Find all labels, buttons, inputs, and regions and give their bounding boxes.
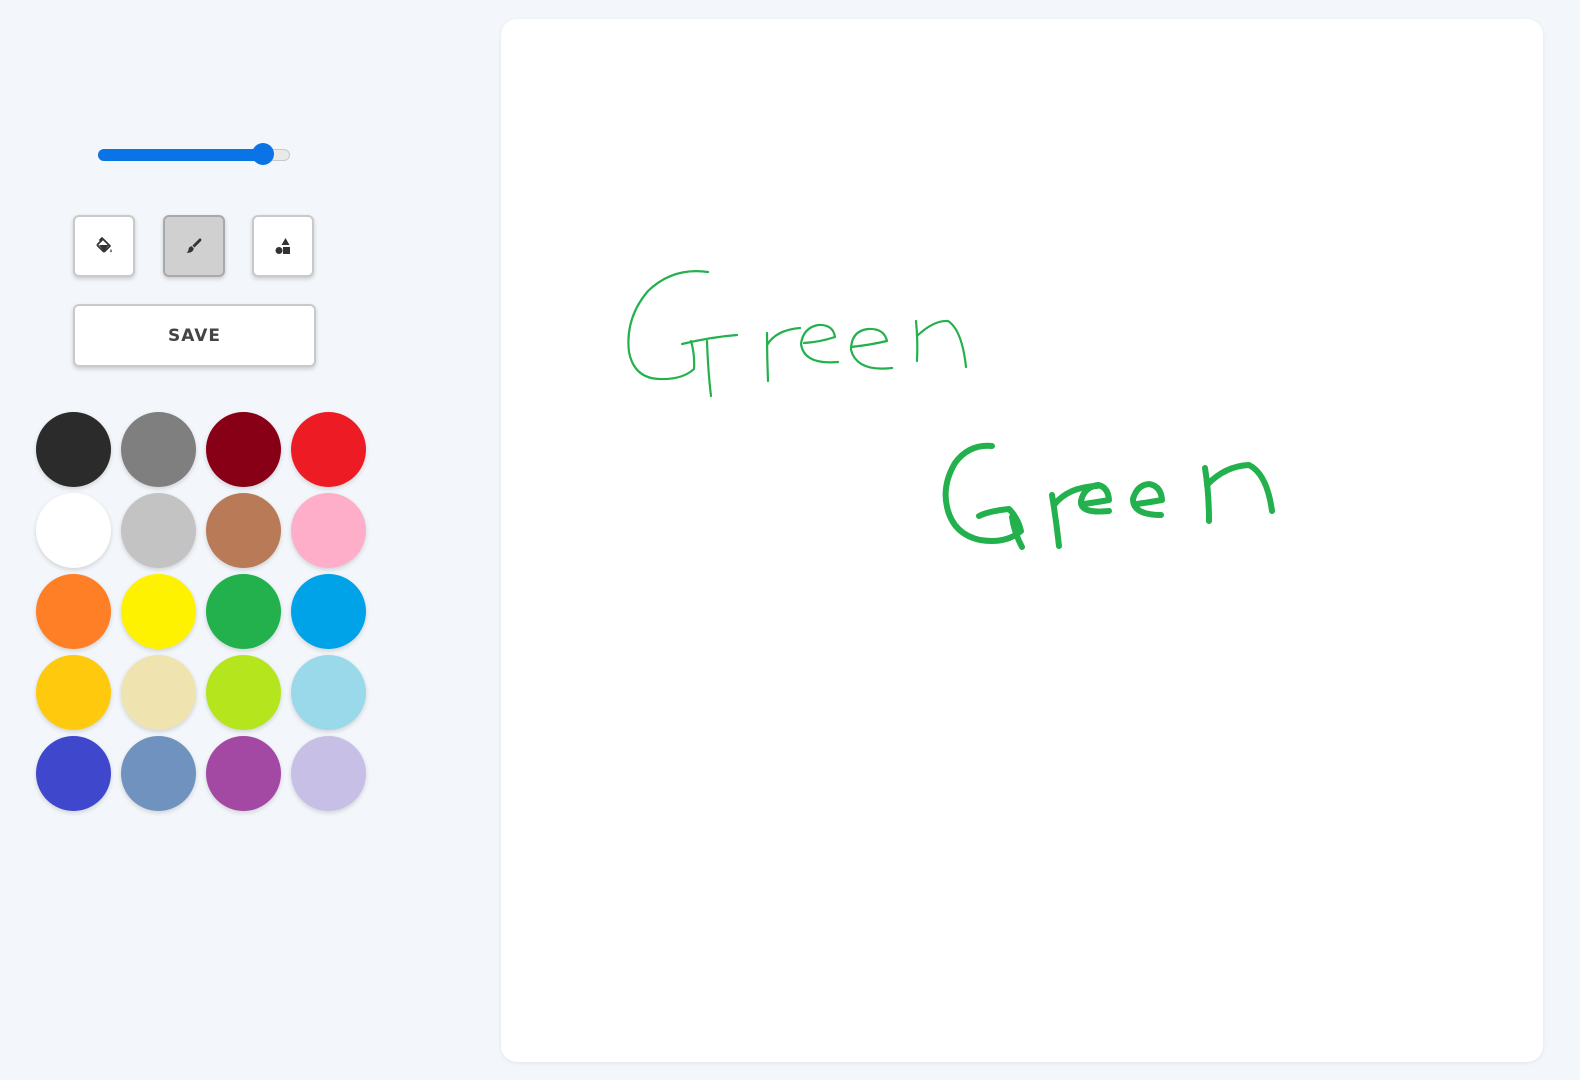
color-swatch[interactable] <box>206 574 281 649</box>
shapes-icon <box>275 238 290 254</box>
stroke-thick-r <box>1049 483 1100 549</box>
paint-app: SAVE <box>0 0 1580 1080</box>
color-swatch[interactable] <box>291 574 366 649</box>
brush-tool-button[interactable] <box>163 215 225 277</box>
color-swatch[interactable] <box>206 493 281 568</box>
color-swatch[interactable] <box>206 655 281 730</box>
stroke-thick-n <box>1202 462 1275 524</box>
color-swatch[interactable] <box>291 412 366 487</box>
stroke-thick-e2 <box>1130 481 1165 518</box>
stroke-thin-G <box>627 270 710 381</box>
color-swatch[interactable] <box>36 412 111 487</box>
color-swatch[interactable] <box>36 736 111 811</box>
save-button[interactable]: SAVE <box>73 304 316 367</box>
slider-thumb[interactable] <box>252 143 275 165</box>
color-swatch[interactable] <box>36 574 111 649</box>
color-swatch[interactable] <box>121 736 196 811</box>
slider-fill <box>98 149 264 161</box>
stroke-thin-G-bar <box>680 333 739 346</box>
drawing-strokes <box>627 270 1275 550</box>
color-swatch[interactable] <box>121 412 196 487</box>
color-swatch[interactable] <box>121 493 196 568</box>
stroke-thin-n <box>914 319 968 369</box>
color-swatch[interactable] <box>121 655 196 730</box>
paintbrush-icon <box>186 238 202 253</box>
color-swatch[interactable] <box>206 736 281 811</box>
brush-size-slider[interactable] <box>98 143 290 165</box>
color-swatch[interactable] <box>36 655 111 730</box>
stroke-thick-G <box>942 442 1024 544</box>
color-swatch[interactable] <box>291 655 366 730</box>
shapes-tool-button[interactable] <box>252 215 314 277</box>
fill-tool-button[interactable] <box>73 215 135 277</box>
stroke-thin-e2 <box>849 327 894 370</box>
color-palette <box>36 412 366 811</box>
stroke-thin-r <box>765 326 802 383</box>
paint-bucket-icon <box>96 237 112 253</box>
stroke-thin-G-stem <box>705 339 713 398</box>
color-swatch[interactable] <box>36 493 111 568</box>
toolbar-sidebar: SAVE <box>0 0 400 1080</box>
drawing-canvas[interactable] <box>501 19 1543 1062</box>
color-swatch[interactable] <box>121 574 196 649</box>
color-swatch[interactable] <box>291 736 366 811</box>
color-swatch[interactable] <box>291 493 366 568</box>
stroke-thin-e1 <box>799 323 840 364</box>
color-swatch[interactable] <box>206 412 281 487</box>
